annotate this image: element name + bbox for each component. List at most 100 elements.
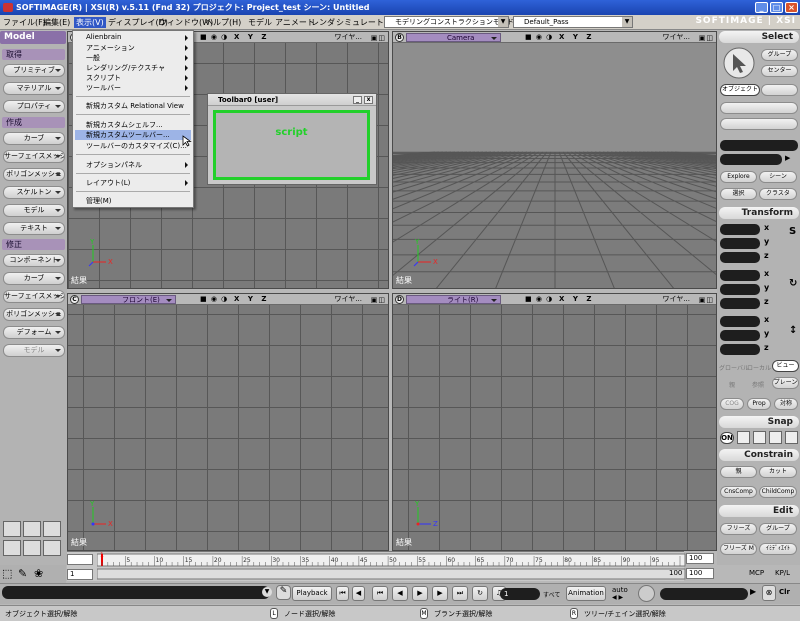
select-filter-button[interactable] — [720, 102, 798, 114]
menu-view[interactable]: 表示(V) — [74, 17, 106, 28]
play-icon[interactable]: ▶ — [412, 586, 428, 601]
menu-item-layout[interactable]: レイアウト(L) — [86, 178, 130, 188]
ref-toggle[interactable]: 参照 — [752, 380, 764, 389]
animation-menu-button[interactable]: Animation — [566, 586, 606, 601]
group-select-button[interactable]: グループ — [761, 49, 798, 61]
explore-button[interactable]: Explore — [720, 171, 757, 183]
viewport-d-display-mode[interactable]: ワイヤ... — [663, 294, 690, 305]
menu-item-toolbar[interactable]: ツールバー — [86, 83, 121, 93]
toolbar0-close-button[interactable]: x — [364, 96, 373, 104]
toolbar0-minimize-button[interactable]: _ — [353, 96, 362, 104]
modify-deform-button[interactable]: デフォーム — [3, 326, 65, 339]
transform-tool-icon[interactable]: ⬚ — [2, 567, 12, 580]
key-nav-icon[interactable]: ◀ ▶ — [612, 594, 623, 601]
toolbar0-window[interactable]: Toolbar0 [user] _ x script — [207, 93, 377, 185]
menu-item-rendering[interactable]: レンダリング/テクスチャ — [86, 63, 165, 73]
snap-grid-icon[interactable] — [785, 431, 798, 444]
viewport-d[interactable]: D ライト(R) ■ ◉ ◑ X Y Z ワイヤ... ▣◫ YZ 結果 — [392, 293, 717, 551]
constrain-header[interactable]: Constrain — [719, 449, 799, 461]
translate-t-icon[interactable]: ↕ — [789, 325, 797, 336]
brush-tool-icon[interactable]: ✎ — [18, 567, 27, 580]
playback-menu-button[interactable]: Playback — [292, 586, 332, 601]
chevron-down-icon[interactable]: ▼ — [262, 587, 272, 597]
timeline-start-field[interactable] — [67, 554, 93, 565]
mode-select[interactable]: モデリングコンストラクションモード ▼ — [384, 16, 514, 28]
create-surface-button[interactable]: サーフェイスメッシュ — [3, 150, 65, 163]
viewport-c-icons[interactable]: ■ ◉ ◑ — [200, 294, 228, 305]
menu-render[interactable]: レンダ — [311, 17, 335, 28]
link-button[interactable]: 親 — [720, 466, 757, 478]
rotate-r-icon[interactable]: ↻ — [789, 278, 797, 289]
keyframe-icon[interactable] — [638, 585, 655, 602]
viewport-c-camera-select[interactable]: フロント(E) — [81, 295, 176, 304]
symmetry-button[interactable]: 対称 — [774, 398, 798, 410]
snap-header[interactable]: Snap — [719, 416, 799, 428]
viewport-c-xyz[interactable]: X Y Z — [234, 294, 269, 305]
scale-s-icon[interactable]: S — [789, 226, 796, 237]
viewport-b-window-icons[interactable]: ▣◫ — [699, 33, 714, 44]
modify-polymesh-button[interactable]: ポリゴンメッシュ — [3, 308, 65, 321]
scene-button[interactable]: シーン — [759, 171, 797, 183]
translate-x-field[interactable] — [720, 316, 760, 327]
viewport-b-xyz[interactable]: X Y Z — [559, 32, 594, 43]
select-arrow-icon[interactable] — [722, 46, 756, 80]
viewport-a-display-mode[interactable]: ワイヤ... — [335, 32, 362, 43]
layout-single-icon[interactable] — [23, 521, 41, 537]
section-get[interactable]: 取得 — [2, 49, 65, 60]
auto-key-label[interactable]: auto — [612, 586, 628, 594]
menu-item-alienbrain[interactable]: Alienbrain — [86, 33, 121, 41]
prop-button[interactable]: Prop — [747, 398, 771, 410]
arrow-icon[interactable]: ▶ — [785, 154, 790, 162]
select-option-button[interactable] — [761, 84, 798, 96]
menu-help[interactable]: ヘルプ(H) — [205, 17, 241, 28]
step-back-icon[interactable]: ◀ — [392, 586, 408, 601]
create-skeleton-button[interactable]: スケルトン — [3, 186, 65, 199]
freeze-m-button[interactable]: フリーズ M — [720, 543, 757, 555]
timeline[interactable]: 5 10 15 20 25 30 35 40 45 50 55 60 65 70 75 80 85 90 95 1 … — [67, 551, 687, 582]
local-toggle[interactable]: ローカル — [747, 363, 771, 372]
current-frame-field[interactable]: 1 — [500, 588, 540, 600]
viewport-a-icons[interactable]: ■ ◉ ◑ — [200, 32, 228, 43]
script-editor-icon[interactable]: ✎ — [276, 585, 291, 600]
prev-key-icon[interactable]: ◀ — [352, 586, 365, 601]
go-end-icon[interactable]: ⏭ — [452, 586, 468, 601]
select-header[interactable]: Select — [719, 31, 799, 43]
selection-name-field[interactable] — [720, 140, 798, 151]
step-forward-icon[interactable]: ▶ — [432, 586, 448, 601]
key-arrow-icon[interactable]: ▶ — [750, 587, 756, 596]
menu-item-manage[interactable]: 管理(M) — [86, 196, 112, 206]
modify-component-button[interactable]: コンポーネント — [3, 254, 65, 267]
viewport-b[interactable]: B Camera ■ ◉ ◑ X Y Z ワイヤ... ▣◫ YX 結果 — [392, 31, 717, 289]
create-text-button[interactable]: テキスト — [3, 222, 65, 235]
paint-tool-icon[interactable]: ❀ — [34, 567, 43, 580]
viewport-c[interactable]: C フロント(E) ■ ◉ ◑ X Y Z ワイヤ... ▣◫ YX 結果 — [67, 293, 389, 551]
end-frame-field-2[interactable]: 100 — [686, 568, 714, 579]
key-set-icon[interactable]: ⊗ — [762, 585, 776, 601]
section-create[interactable]: 作成 — [2, 117, 65, 128]
transform-header[interactable]: Transform — [719, 207, 799, 219]
layout-grid-icon[interactable] — [43, 540, 61, 556]
model-toolbar-selector[interactable]: Model — [0, 31, 66, 44]
timeline-ruler[interactable]: 5 10 15 20 25 30 35 40 45 50 55 60 65 70 75 80 85 90 95 — [97, 552, 687, 582]
snap-on-toggle[interactable]: ON — [720, 432, 734, 444]
object-select-button[interactable]: オブジェクト — [720, 84, 760, 96]
layout-quad-icon[interactable] — [3, 521, 21, 537]
modify-curve-button[interactable]: カーブ — [3, 272, 65, 285]
kpl-tab[interactable]: KP/L — [775, 569, 790, 577]
clear-button[interactable]: Clr — [779, 588, 790, 596]
viewport-c-letter[interactable]: C — [70, 295, 79, 304]
close-button[interactable]: × — [785, 2, 798, 13]
rotate-z-field[interactable] — [720, 298, 760, 309]
pass-select[interactable]: Default_Pass ▼ — [513, 16, 633, 28]
modify-model-button[interactable]: モデル — [3, 344, 65, 357]
menu-item-animation[interactable]: アニメーション — [86, 43, 135, 53]
select-filter2-button[interactable] — [720, 118, 798, 130]
create-model-button[interactable]: モデル — [3, 204, 65, 217]
menu-item-customize-toolbar[interactable]: ツールバーのカスタマイズ(C)... — [86, 141, 187, 151]
toolbar0-script-area[interactable]: script — [213, 110, 370, 180]
edit-group-button[interactable]: グループ — [759, 523, 797, 535]
menu-item-option-panel[interactable]: オプションパネル — [86, 160, 142, 170]
menu-file[interactable]: ファイル(F) — [3, 17, 46, 28]
menu-model[interactable]: モデル — [248, 17, 272, 28]
selection-type-field[interactable] — [720, 154, 782, 165]
